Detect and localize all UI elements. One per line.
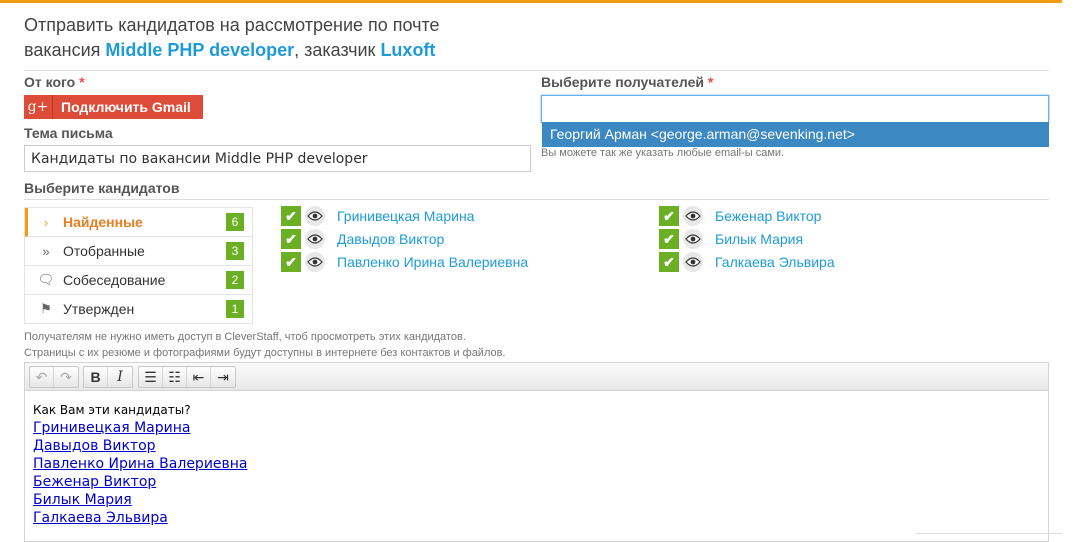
connect-gmail-button[interactable]: g+ Подключить Gmail bbox=[24, 95, 203, 119]
editor-content[interactable]: Как Вам эти кандидаты? Гринивецкая Марин… bbox=[25, 391, 1048, 537]
divider bbox=[24, 199, 1049, 200]
recipients-hint: Вы можете так же указать любые email-ы с… bbox=[541, 147, 785, 159]
stage-found[interactable]: › Найденные 6 bbox=[25, 208, 252, 237]
divider bbox=[24, 70, 1049, 71]
required-mark: * bbox=[79, 74, 85, 90]
required-mark: * bbox=[707, 74, 714, 90]
chevron-right-icon: › bbox=[43, 214, 49, 230]
candidate-name-link[interactable]: Билык Мария bbox=[715, 231, 803, 247]
candidate-name-link[interactable]: Беженар Виктор bbox=[715, 208, 821, 224]
recipients-input[interactable] bbox=[541, 95, 1049, 123]
candidate-link[interactable]: Павленко Ирина Валериевна bbox=[33, 455, 1040, 473]
stage-interview[interactable]: 🗨 Собеседование 2 bbox=[25, 266, 252, 295]
outdent-icon[interactable]: ⇤ bbox=[187, 367, 211, 387]
checkbox-checked-icon[interactable]: ✔ bbox=[659, 252, 679, 272]
stage-name: Утвержден bbox=[63, 301, 135, 317]
send-candidates-panel: Отправить кандидатов на рассмотрение по … bbox=[0, 0, 1062, 542]
recipient-suggestion[interactable]: Георгий Арман <george.arman@sevenking.ne… bbox=[542, 122, 1049, 147]
subject-input[interactable] bbox=[24, 145, 531, 172]
candidate-row: ✔ Галкаева Эльвира bbox=[659, 251, 835, 273]
candidate-row: ✔ Давыдов Виктор bbox=[281, 228, 444, 250]
candidate-row: ✔ Билык Мария bbox=[659, 228, 803, 250]
divider bbox=[916, 533, 1062, 534]
checkbox-checked-icon[interactable]: ✔ bbox=[281, 252, 301, 272]
eye-icon[interactable] bbox=[305, 229, 325, 249]
list-group: ☰ ☷ ⇤ ⇥ bbox=[138, 366, 236, 388]
google-plus-icon: g+ bbox=[24, 95, 53, 119]
candidate-name-link[interactable]: Павленко Ирина Валериевна bbox=[337, 254, 528, 270]
connect-gmail-label: Подключить Gmail bbox=[61, 99, 191, 115]
editor-toolbar: ↶ ↷ B I ☰ ☷ ⇤ ⇥ bbox=[25, 363, 1048, 391]
candidate-link[interactable]: Гринивецкая Марина bbox=[33, 419, 1040, 437]
eye-icon[interactable] bbox=[683, 252, 703, 272]
candidate-link[interactable]: Давыдов Виктор bbox=[33, 437, 1040, 455]
notice-line2: Страницы с их резюме и фотографиями буду… bbox=[24, 347, 506, 359]
candidates-label: Выберите кандидатов bbox=[24, 180, 180, 196]
stage-selected[interactable]: » Отобранные 3 bbox=[25, 237, 252, 266]
title-prefix: вакансия bbox=[24, 40, 106, 60]
eye-icon[interactable] bbox=[683, 229, 703, 249]
candidate-row: ✔ Павленко Ирина Валериевна bbox=[281, 251, 528, 273]
checkbox-checked-icon[interactable]: ✔ bbox=[281, 206, 301, 226]
candidate-row: ✔ Беженар Виктор bbox=[659, 205, 821, 227]
stage-list: › Найденные 6 » Отобранные 3 🗨 Собеседов… bbox=[24, 207, 253, 324]
title-line1: Отправить кандидатов на рассмотрение по … bbox=[24, 15, 440, 35]
candidate-link[interactable]: Беженар Виктор bbox=[33, 473, 1040, 491]
recipients-label-text: Выберите получателей bbox=[541, 74, 705, 90]
double-chevron-icon: » bbox=[42, 243, 50, 259]
stage-count: 2 bbox=[226, 271, 244, 289]
client-link[interactable]: Luxoft bbox=[380, 40, 435, 60]
stage-name: Найденные bbox=[63, 214, 143, 230]
candidate-name-link[interactable]: Давыдов Виктор bbox=[337, 231, 444, 247]
recipients-label: Выберите получателей * bbox=[541, 74, 713, 90]
from-label-text: От кого bbox=[24, 74, 76, 90]
candidate-row: ✔ Гринивецкая Марина bbox=[281, 205, 474, 227]
bulleted-list-icon[interactable]: ☰ bbox=[139, 367, 163, 387]
stage-count: 3 bbox=[226, 242, 244, 260]
right-gutter bbox=[1062, 0, 1089, 533]
editor-question: Как Вам эти кандидаты? bbox=[33, 403, 191, 417]
from-label: От кого * bbox=[24, 74, 85, 90]
notice-line1: Получателям не нужно иметь доступ в Clev… bbox=[24, 331, 466, 343]
redo-icon[interactable]: ↷ bbox=[54, 367, 78, 387]
numbered-list-icon[interactable]: ☷ bbox=[163, 367, 187, 387]
candidate-link[interactable]: Галкаева Эльвира bbox=[33, 509, 1040, 527]
vacancy-link[interactable]: Middle PHP developer bbox=[105, 40, 294, 60]
candidate-name-link[interactable]: Галкаева Эльвира bbox=[715, 254, 835, 270]
title-middle: , заказчик bbox=[294, 40, 381, 60]
eye-icon[interactable] bbox=[683, 206, 703, 226]
history-group: ↶ ↷ bbox=[29, 366, 79, 388]
eye-icon[interactable] bbox=[305, 206, 325, 226]
stage-name: Отобранные bbox=[63, 243, 145, 259]
stage-count: 1 bbox=[226, 300, 244, 318]
checkbox-checked-icon[interactable]: ✔ bbox=[281, 229, 301, 249]
candidate-link[interactable]: Билык Мария bbox=[33, 491, 1040, 509]
page-title: Отправить кандидатов на рассмотрение по … bbox=[24, 13, 440, 63]
stage-count: 6 bbox=[226, 213, 244, 231]
checkbox-checked-icon[interactable]: ✔ bbox=[659, 206, 679, 226]
subject-label: Тема письма bbox=[24, 125, 113, 141]
checkbox-checked-icon[interactable]: ✔ bbox=[659, 229, 679, 249]
undo-icon[interactable]: ↶ bbox=[30, 367, 54, 387]
format-group: B I bbox=[83, 366, 133, 388]
italic-button[interactable]: I bbox=[108, 367, 132, 387]
eye-icon[interactable] bbox=[305, 252, 325, 272]
stage-approved[interactable]: ⚑ Утвержден 1 bbox=[25, 295, 252, 323]
bold-button[interactable]: B bbox=[84, 367, 108, 387]
chat-icon: 🗨 bbox=[37, 272, 55, 287]
title-line2: вакансия Middle PHP developer, заказчик … bbox=[24, 38, 440, 63]
flag-icon: ⚑ bbox=[40, 301, 52, 316]
message-editor: ↶ ↷ B I ☰ ☷ ⇤ ⇥ Как Вам эти кандидаты? Г… bbox=[24, 362, 1049, 542]
candidate-name-link[interactable]: Гринивецкая Марина bbox=[337, 208, 474, 224]
stage-name: Собеседование bbox=[63, 272, 166, 288]
indent-icon[interactable]: ⇥ bbox=[211, 367, 235, 387]
